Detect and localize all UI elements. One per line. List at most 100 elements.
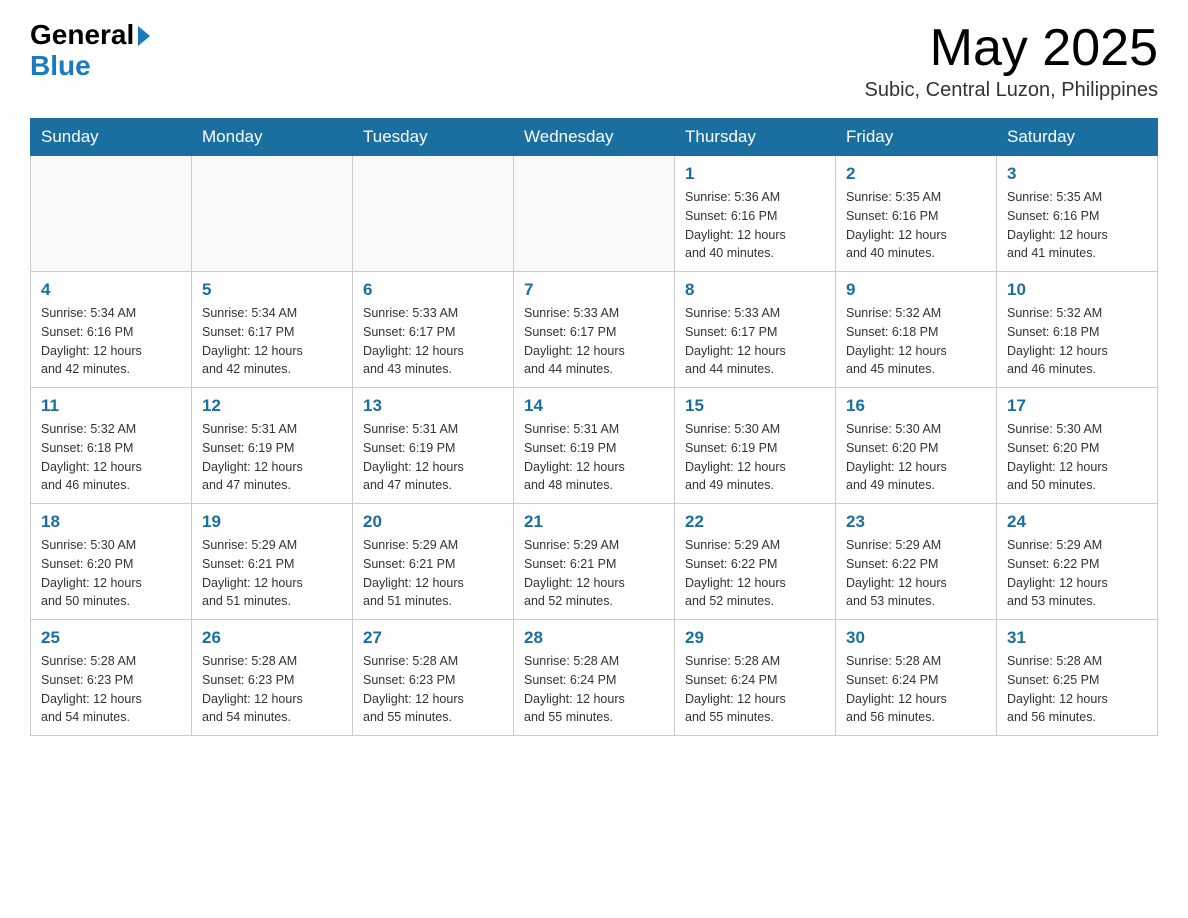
logo-text: General	[30, 20, 150, 51]
day-number: 22	[685, 512, 825, 532]
calendar-day-cell: 21 Sunrise: 5:29 AM Sunset: 6:21 PM Dayli…	[514, 504, 675, 620]
calendar-day-cell: 25 Sunrise: 5:28 AM Sunset: 6:23 PM Dayli…	[31, 620, 192, 736]
day-number: 3	[1007, 164, 1147, 184]
day-number: 10	[1007, 280, 1147, 300]
day-info: Sunrise: 5:33 AM Sunset: 6:17 PM Dayligh…	[524, 304, 664, 379]
day-info: Sunrise: 5:30 AM Sunset: 6:19 PM Dayligh…	[685, 420, 825, 495]
calendar-day-cell: 15 Sunrise: 5:30 AM Sunset: 6:19 PM Dayli…	[675, 388, 836, 504]
calendar-day-cell: 6Sunrise: 5:33 AM Sunset: 6:17 PM Daylig…	[353, 272, 514, 388]
weekday-header: Saturday	[997, 119, 1158, 156]
day-number: 28	[524, 628, 664, 648]
day-number: 23	[846, 512, 986, 532]
calendar-day-cell: 27 Sunrise: 5:28 AM Sunset: 6:23 PM Dayli…	[353, 620, 514, 736]
day-info: Sunrise: 5:29 AM Sunset: 6:21 PM Dayligh…	[202, 536, 342, 611]
calendar-day-cell: 1 Sunrise: 5:36 AM Sunset: 6:16 PM Daylig…	[675, 156, 836, 272]
calendar-day-cell: 31Sunrise: 5:28 AM Sunset: 6:25 PM Dayli…	[997, 620, 1158, 736]
logo-blue-text: Blue	[30, 51, 150, 82]
calendar-day-cell	[514, 156, 675, 272]
weekday-header: Tuesday	[353, 119, 514, 156]
day-info: Sunrise: 5:28 AM Sunset: 6:23 PM Dayligh…	[363, 652, 503, 727]
day-number: 8	[685, 280, 825, 300]
day-number: 29	[685, 628, 825, 648]
day-info: Sunrise: 5:28 AM Sunset: 6:23 PM Dayligh…	[41, 652, 181, 727]
calendar-week-row: 25 Sunrise: 5:28 AM Sunset: 6:23 PM Dayli…	[31, 620, 1158, 736]
calendar-header-row: SundayMondayTuesdayWednesdayThursdayFrid…	[31, 119, 1158, 156]
calendar-day-cell: 2Sunrise: 5:35 AM Sunset: 6:16 PM Daylig…	[836, 156, 997, 272]
day-info: Sunrise: 5:29 AM Sunset: 6:21 PM Dayligh…	[363, 536, 503, 611]
calendar-day-cell: 30 Sunrise: 5:28 AM Sunset: 6:24 PM Dayli…	[836, 620, 997, 736]
day-info: Sunrise: 5:29 AM Sunset: 6:22 PM Dayligh…	[846, 536, 986, 611]
day-number: 2	[846, 164, 986, 184]
day-number: 26	[202, 628, 342, 648]
day-info: Sunrise: 5:32 AM Sunset: 6:18 PM Dayligh…	[1007, 304, 1147, 379]
day-number: 19	[202, 512, 342, 532]
calendar-day-cell: 8 Sunrise: 5:33 AM Sunset: 6:17 PM Daylig…	[675, 272, 836, 388]
day-number: 12	[202, 396, 342, 416]
month-year-title: May 2025	[864, 20, 1158, 77]
logo: General Blue	[30, 20, 150, 82]
calendar-day-cell: 29 Sunrise: 5:28 AM Sunset: 6:24 PM Dayli…	[675, 620, 836, 736]
day-info: Sunrise: 5:29 AM Sunset: 6:22 PM Dayligh…	[1007, 536, 1147, 611]
day-info: Sunrise: 5:34 AM Sunset: 6:17 PM Dayligh…	[202, 304, 342, 379]
calendar-day-cell: 17Sunrise: 5:30 AM Sunset: 6:20 PM Dayli…	[997, 388, 1158, 504]
calendar-week-row: 4 Sunrise: 5:34 AM Sunset: 6:16 PM Daylig…	[31, 272, 1158, 388]
calendar-day-cell: 14 Sunrise: 5:31 AM Sunset: 6:19 PM Dayli…	[514, 388, 675, 504]
calendar-day-cell	[31, 156, 192, 272]
page-header: General Blue May 2025 Subic, Central Luz…	[30, 20, 1158, 102]
day-number: 5	[202, 280, 342, 300]
calendar-day-cell	[353, 156, 514, 272]
day-number: 27	[363, 628, 503, 648]
location-subtitle: Subic, Central Luzon, Philippines	[864, 79, 1158, 102]
day-number: 4	[41, 280, 181, 300]
day-info: Sunrise: 5:29 AM Sunset: 6:22 PM Dayligh…	[685, 536, 825, 611]
day-info: Sunrise: 5:31 AM Sunset: 6:19 PM Dayligh…	[363, 420, 503, 495]
calendar-day-cell: 18 Sunrise: 5:30 AM Sunset: 6:20 PM Dayli…	[31, 504, 192, 620]
day-number: 21	[524, 512, 664, 532]
calendar-day-cell: 23 Sunrise: 5:29 AM Sunset: 6:22 PM Dayli…	[836, 504, 997, 620]
calendar-table: SundayMondayTuesdayWednesdayThursdayFrid…	[30, 118, 1158, 736]
day-number: 25	[41, 628, 181, 648]
day-info: Sunrise: 5:34 AM Sunset: 6:16 PM Dayligh…	[41, 304, 181, 379]
logo-general-text: General	[30, 20, 134, 51]
day-info: Sunrise: 5:30 AM Sunset: 6:20 PM Dayligh…	[846, 420, 986, 495]
calendar-day-cell: 24 Sunrise: 5:29 AM Sunset: 6:22 PM Dayli…	[997, 504, 1158, 620]
calendar-day-cell: 5 Sunrise: 5:34 AM Sunset: 6:17 PM Daylig…	[192, 272, 353, 388]
calendar-day-cell: 4 Sunrise: 5:34 AM Sunset: 6:16 PM Daylig…	[31, 272, 192, 388]
calendar-day-cell: 9Sunrise: 5:32 AM Sunset: 6:18 PM Daylig…	[836, 272, 997, 388]
day-number: 11	[41, 396, 181, 416]
logo-arrow-icon	[138, 26, 150, 46]
weekday-header: Friday	[836, 119, 997, 156]
day-number: 9	[846, 280, 986, 300]
calendar-day-cell: 13 Sunrise: 5:31 AM Sunset: 6:19 PM Dayli…	[353, 388, 514, 504]
day-number: 1	[685, 164, 825, 184]
calendar-week-row: 1 Sunrise: 5:36 AM Sunset: 6:16 PM Daylig…	[31, 156, 1158, 272]
calendar-day-cell: 7Sunrise: 5:33 AM Sunset: 6:17 PM Daylig…	[514, 272, 675, 388]
day-info: Sunrise: 5:31 AM Sunset: 6:19 PM Dayligh…	[524, 420, 664, 495]
day-number: 13	[363, 396, 503, 416]
day-number: 14	[524, 396, 664, 416]
weekday-header: Sunday	[31, 119, 192, 156]
day-info: Sunrise: 5:31 AM Sunset: 6:19 PM Dayligh…	[202, 420, 342, 495]
calendar-day-cell: 19 Sunrise: 5:29 AM Sunset: 6:21 PM Dayli…	[192, 504, 353, 620]
day-info: Sunrise: 5:30 AM Sunset: 6:20 PM Dayligh…	[1007, 420, 1147, 495]
day-info: Sunrise: 5:29 AM Sunset: 6:21 PM Dayligh…	[524, 536, 664, 611]
day-info: Sunrise: 5:30 AM Sunset: 6:20 PM Dayligh…	[41, 536, 181, 611]
day-info: Sunrise: 5:28 AM Sunset: 6:24 PM Dayligh…	[685, 652, 825, 727]
calendar-day-cell: 12 Sunrise: 5:31 AM Sunset: 6:19 PM Dayli…	[192, 388, 353, 504]
day-number: 20	[363, 512, 503, 532]
day-info: Sunrise: 5:32 AM Sunset: 6:18 PM Dayligh…	[41, 420, 181, 495]
day-info: Sunrise: 5:36 AM Sunset: 6:16 PM Dayligh…	[685, 188, 825, 263]
day-number: 15	[685, 396, 825, 416]
day-info: Sunrise: 5:35 AM Sunset: 6:16 PM Dayligh…	[1007, 188, 1147, 263]
calendar-day-cell: 20 Sunrise: 5:29 AM Sunset: 6:21 PM Dayli…	[353, 504, 514, 620]
day-number: 24	[1007, 512, 1147, 532]
calendar-week-row: 11 Sunrise: 5:32 AM Sunset: 6:18 PM Dayli…	[31, 388, 1158, 504]
calendar-week-row: 18 Sunrise: 5:30 AM Sunset: 6:20 PM Dayli…	[31, 504, 1158, 620]
day-info: Sunrise: 5:33 AM Sunset: 6:17 PM Dayligh…	[685, 304, 825, 379]
day-info: Sunrise: 5:28 AM Sunset: 6:24 PM Dayligh…	[846, 652, 986, 727]
calendar-day-cell: 28Sunrise: 5:28 AM Sunset: 6:24 PM Dayli…	[514, 620, 675, 736]
day-number: 18	[41, 512, 181, 532]
day-number: 6	[363, 280, 503, 300]
header-title-block: May 2025 Subic, Central Luzon, Philippin…	[864, 20, 1158, 102]
day-number: 30	[846, 628, 986, 648]
